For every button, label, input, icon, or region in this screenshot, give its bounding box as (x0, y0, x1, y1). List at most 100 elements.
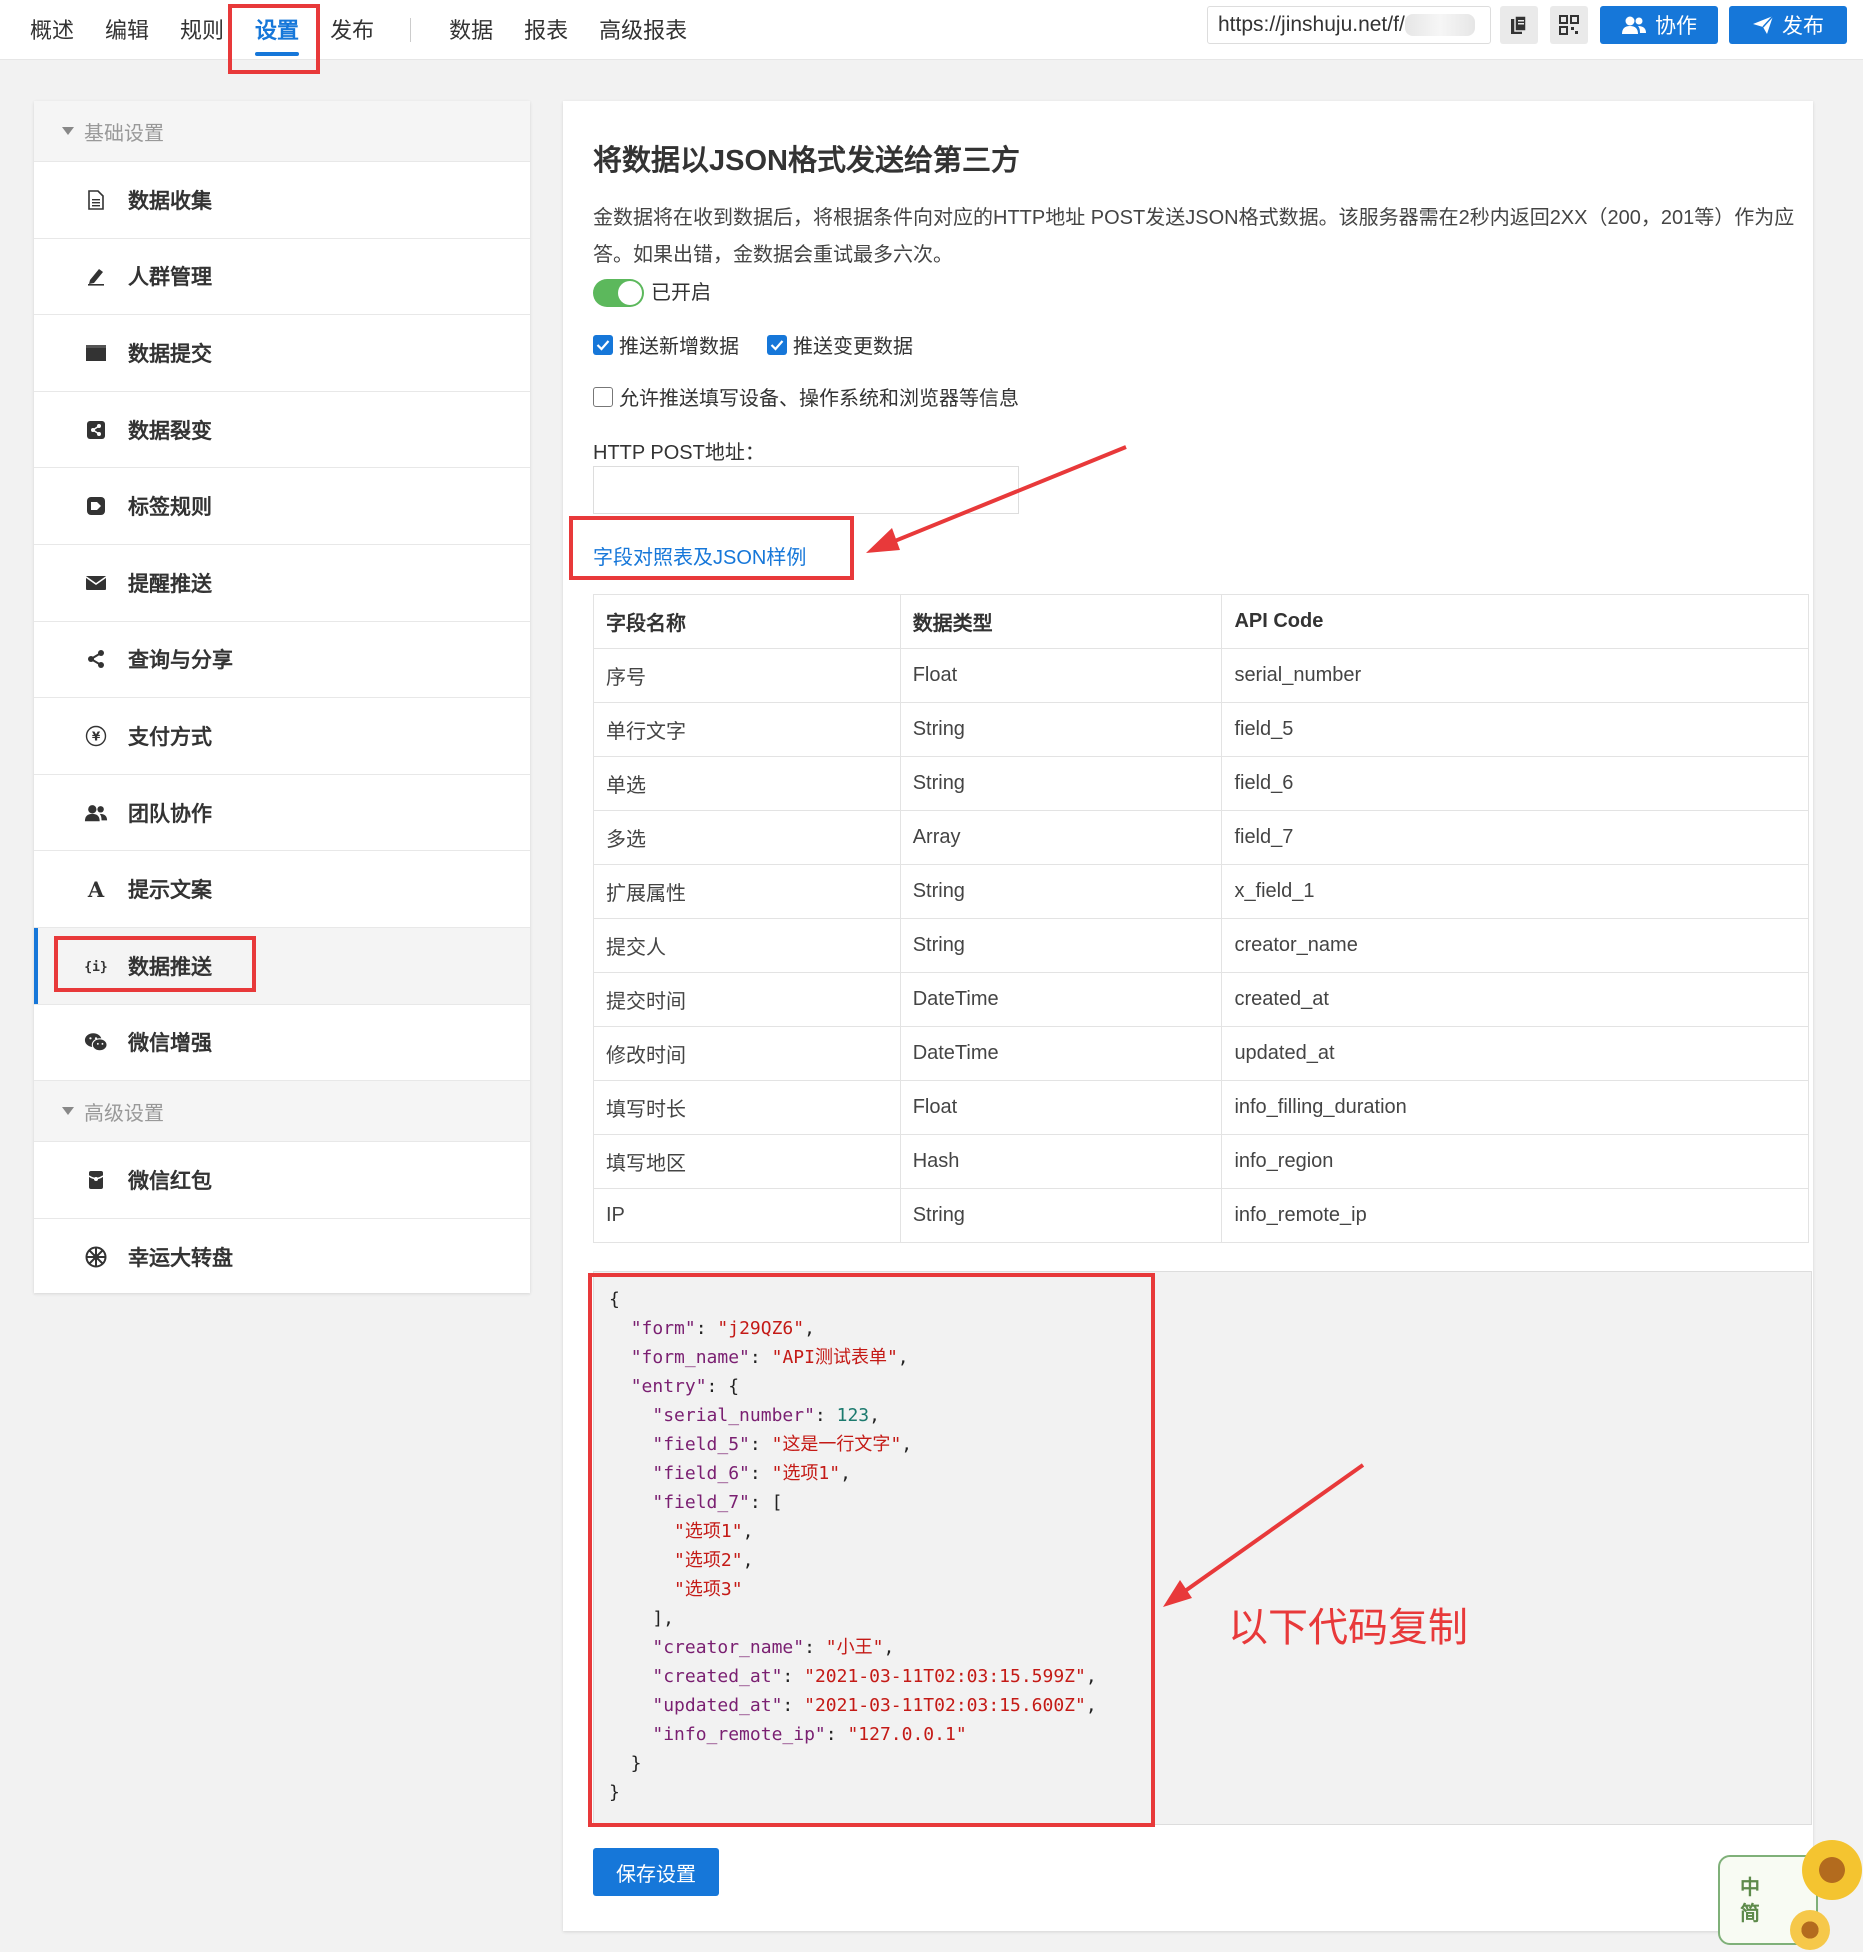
top-nav: 概述 编辑 规则 设置 发布 数据 报表 高级报表 (30, 0, 718, 60)
table-cell: x_field_1 (1221, 864, 1809, 919)
toggle-label: 已开启 (651, 282, 711, 304)
tab-overview[interactable]: 概述 (30, 0, 74, 60)
collaborate-label: 协作 (1655, 15, 1697, 38)
table-cell: Float (899, 648, 1223, 703)
sidebar-item-label: 幸运大转盘 (128, 1246, 233, 1270)
publish-label: 发布 (1782, 15, 1824, 38)
table-cell: 填写时长 (593, 1080, 901, 1135)
tab-publish[interactable]: 发布 (330, 0, 374, 60)
tab-rules[interactable]: 规则 (180, 0, 224, 60)
checkbox-label: 允许推送填写设备、操作系统和浏览器等信息 (619, 388, 1019, 410)
wechat-icon (84, 1030, 108, 1054)
sidebar-item-data-collection[interactable]: 数据收集 (34, 162, 530, 239)
sidebar-item-label: 标签规则 (128, 496, 212, 520)
sidebar-item-label: 团队协作 (128, 802, 212, 826)
users-icon (1622, 16, 1646, 34)
table-cell: field_6 (1221, 756, 1809, 811)
sidebar-item-copywriting[interactable]: A 提示文案 (34, 851, 530, 928)
checkbox-checked-icon (767, 334, 787, 355)
sidebar-item-payment[interactable]: ¥ 支付方式 (34, 698, 530, 775)
tab-advanced-reports[interactable]: 高级报表 (599, 0, 687, 60)
table-cell: String (899, 756, 1223, 811)
sidebar-group-label: 高级设置 (84, 1102, 164, 1125)
sidebar-item-fission[interactable]: 数据裂变 (34, 392, 530, 469)
field-mapping-table: 字段名称 数据类型 API Code 序号 Float serial_number … (593, 594, 1809, 1243)
table-row: 单行文字 String field_5 (593, 702, 1809, 757)
table-row: 修改时间 DateTime updated_at (593, 1026, 1809, 1081)
table-cell: Float (899, 1080, 1223, 1135)
table-cell: String (899, 1188, 1223, 1243)
tab-reports[interactable]: 报表 (524, 0, 568, 60)
sidebar-group-advanced[interactable]: 高级设置 (34, 1081, 530, 1143)
table-cell: DateTime (899, 972, 1223, 1027)
sidebar-item-label: 支付方式 (128, 725, 212, 749)
sidebar-item-lucky-wheel[interactable]: 幸运大转盘 (34, 1219, 530, 1296)
caret-down-icon (62, 1107, 74, 1116)
sidebar-item-audience[interactable]: 人群管理 (34, 239, 530, 316)
qrcode-button[interactable] (1550, 6, 1588, 44)
http-post-label: HTTP POST地址： (593, 442, 765, 464)
sunflower-small-icon (1790, 1910, 1830, 1950)
save-settings-button[interactable]: 保存设置 (593, 1848, 719, 1896)
push-change-checkbox[interactable]: 推送变更数据 (767, 330, 913, 359)
copy-url-button[interactable] (1500, 6, 1538, 44)
sticker-line-2: 简 (1740, 1903, 1760, 1925)
sidebar-item-tag-rules[interactable]: 标签规则 (34, 468, 530, 545)
table-cell: String (899, 702, 1223, 757)
share-square-icon (84, 418, 108, 442)
sidebar-item-team[interactable]: 团队协作 (34, 775, 530, 852)
checkbox-label: 推送变更数据 (793, 336, 913, 358)
tab-edit[interactable]: 编辑 (105, 0, 149, 60)
sidebar-item-label: 提示文案 (128, 879, 212, 903)
table-row: IP String info_remote_ip (593, 1188, 1809, 1243)
table-cell: 扩展属性 (593, 864, 901, 919)
annotation-box-settings-tab (228, 4, 320, 74)
page-title: 将数据以JSON格式发送给第三方 (593, 145, 1020, 177)
table-row: 填写时长 Float info_filling_duration (593, 1080, 1809, 1135)
table-cell: 多选 (593, 810, 901, 865)
red-packet-icon (84, 1168, 108, 1192)
sidebar-item-query-share[interactable]: 查询与分享 (34, 622, 530, 699)
publish-button[interactable]: 发布 (1729, 6, 1847, 44)
tab-data[interactable]: 数据 (449, 0, 493, 60)
sticker-text: 中简 (1740, 1875, 1760, 1927)
column-header: 字段名称 (593, 594, 901, 649)
table-cell: field_5 (1221, 702, 1809, 757)
column-header: API Code (1221, 594, 1809, 649)
users-icon (84, 801, 108, 825)
sidebar-item-label: 微信红包 (128, 1169, 212, 1193)
svg-text:A: A (87, 879, 105, 899)
table-row: 提交人 String creator_name (593, 918, 1809, 973)
envelope-icon (84, 571, 108, 595)
sidebar-group-basic[interactable]: 基础设置 (34, 101, 530, 162)
table-row: 扩展属性 String x_field_1 (593, 864, 1809, 919)
table-cell: 提交时间 (593, 972, 901, 1027)
http-post-url-input[interactable] (593, 466, 1019, 514)
sidebar-item-reminder[interactable]: 提醒推送 (34, 545, 530, 622)
wheel-icon (84, 1245, 108, 1269)
sidebar-item-label: 数据提交 (128, 342, 212, 366)
sidebar-item-submission[interactable]: 数据提交 (34, 315, 530, 392)
push-new-checkbox[interactable]: 推送新增数据 (593, 330, 739, 359)
push-enabled-toggle[interactable] (593, 279, 644, 307)
column-header: 数据类型 (899, 594, 1223, 649)
paper-plane-icon (1753, 15, 1774, 34)
sidebar-item-wechat[interactable]: 微信增强 (34, 1005, 530, 1082)
table-cell: 单行文字 (593, 702, 901, 757)
collaborate-button[interactable]: 协作 (1600, 6, 1718, 44)
form-url-field[interactable]: https://jinshuju.net/f/ (1207, 6, 1491, 44)
sidebar-item-label: 数据收集 (128, 189, 212, 213)
table-cell: String (899, 864, 1223, 919)
form-url-text: https://jinshuju.net/f/ (1218, 13, 1405, 36)
table-cell: updated_at (1221, 1026, 1809, 1081)
table-cell: info_remote_ip (1221, 1188, 1809, 1243)
table-cell: 单选 (593, 756, 901, 811)
sticker-line-1: 中 (1740, 1877, 1760, 1899)
copy-icon (1511, 15, 1527, 34)
annotation-copy-hint: 以下代码复制 (1228, 1606, 1468, 1650)
sidebar-item-red-packet[interactable]: 微信红包 (34, 1142, 530, 1219)
caret-down-icon (62, 127, 74, 135)
settings-sidebar: 基础设置 数据收集 人群管理 数据提交 数据裂变 标签规则 提醒推送 查询与分享… (34, 101, 530, 1296)
push-device-info-checkbox[interactable]: 允许推送填写设备、操作系统和浏览器等信息 (593, 382, 1019, 411)
tag-icon (84, 494, 108, 518)
